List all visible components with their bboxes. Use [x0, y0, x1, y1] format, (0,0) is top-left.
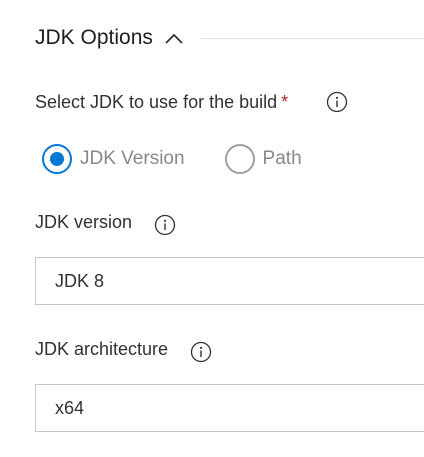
radio-label-jdk-version: JDK Version	[80, 148, 185, 169]
select-jdk-label: Select JDK to use for the build	[35, 91, 278, 112]
section-header[interactable]: JDK Options	[35, 22, 424, 54]
info-icon[interactable]	[326, 91, 348, 113]
radio-button-checked[interactable]	[42, 144, 72, 174]
radio-jdk-version[interactable]: JDK Version	[42, 144, 185, 174]
info-icon[interactable]	[154, 214, 176, 236]
jdk-version-label-row: JDK version	[35, 207, 176, 237]
required-marker: *	[281, 91, 289, 112]
radio-path[interactable]: Path	[224, 144, 302, 174]
jdk-version-label: JDK version	[35, 211, 133, 232]
jdk-architecture-label: JDK architecture	[35, 338, 169, 359]
jdk-version-field[interactable]: JDK 8	[35, 257, 424, 305]
jdk-architecture-field[interactable]: x64	[35, 384, 424, 432]
jdk-architecture-label-row: JDK architecture	[35, 334, 212, 364]
radio-label-path: Path	[262, 148, 302, 169]
select-jdk-label-row: Select JDK to use for the build *	[35, 87, 348, 117]
section-title: JDK Options	[35, 26, 153, 49]
jdk-source-radio-group: JDK Version Path	[42, 142, 302, 176]
chevron-up-icon[interactable]	[163, 27, 185, 49]
jdk-options-panel: JDK Options Select JDK to use for the bu…	[0, 0, 424, 457]
radio-button-unchecked[interactable]	[224, 144, 255, 174]
info-icon[interactable]	[190, 341, 212, 363]
section-divider	[200, 37, 424, 39]
